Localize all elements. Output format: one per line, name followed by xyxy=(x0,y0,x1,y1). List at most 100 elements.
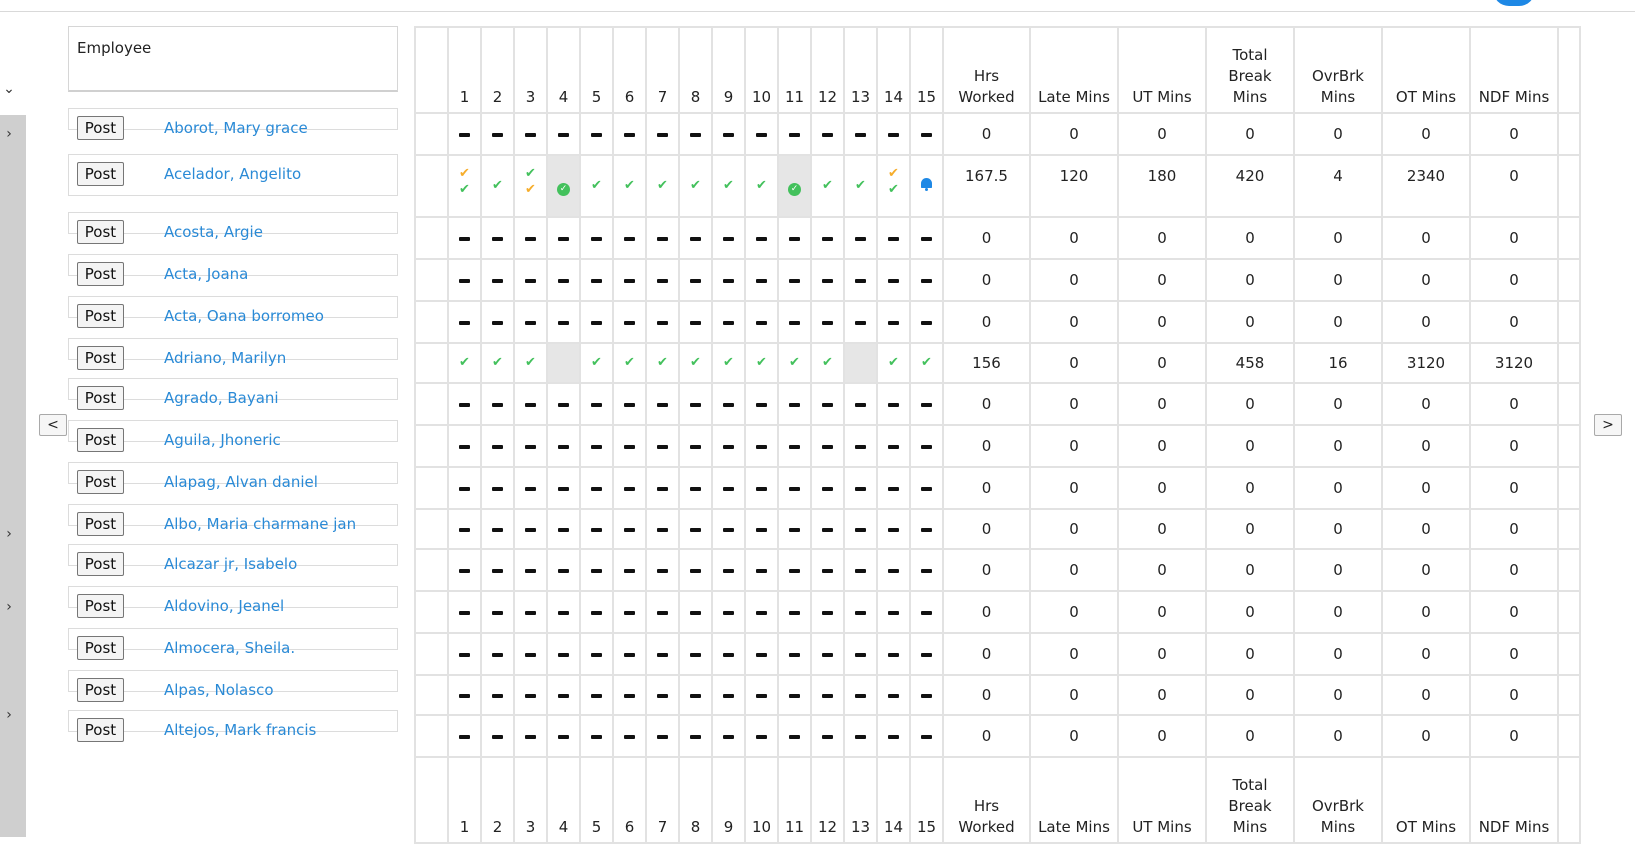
day-cell[interactable] xyxy=(612,216,647,260)
day-cell[interactable] xyxy=(876,508,911,550)
user-avatar-icon[interactable] xyxy=(1493,0,1535,6)
day-cell[interactable] xyxy=(480,548,515,592)
day-cell[interactable]: ✔ xyxy=(810,342,845,384)
day-cell[interactable]: ✔ xyxy=(810,154,845,218)
day-cell[interactable] xyxy=(579,714,614,758)
day-cell[interactable] xyxy=(447,382,482,426)
employee-name-link[interactable]: Aldovino, Jeanel xyxy=(164,597,284,615)
employee-name-link[interactable]: Acosta, Argie xyxy=(164,223,263,241)
day-cell[interactable] xyxy=(744,112,779,156)
day-cell[interactable] xyxy=(843,258,878,302)
post-button[interactable]: Post xyxy=(77,304,124,328)
day-cell[interactable] xyxy=(480,382,515,426)
day-cell[interactable] xyxy=(843,590,878,634)
day-cell[interactable] xyxy=(777,382,812,426)
day-cell[interactable] xyxy=(513,258,548,302)
day-cell[interactable]: ✔ xyxy=(447,342,482,384)
day-cell[interactable] xyxy=(546,548,581,592)
day-cell[interactable] xyxy=(447,300,482,344)
day-cell[interactable]: ✔ xyxy=(645,342,680,384)
day-cell[interactable] xyxy=(447,590,482,634)
day-cell[interactable] xyxy=(579,258,614,302)
day-cell[interactable] xyxy=(546,342,581,384)
employee-name-link[interactable]: Acta, Oana borromeo xyxy=(164,307,324,325)
day-cell[interactable] xyxy=(579,632,614,676)
day-cell[interactable] xyxy=(513,466,548,510)
day-cell[interactable] xyxy=(777,112,812,156)
day-cell[interactable] xyxy=(612,466,647,510)
day-cell[interactable] xyxy=(876,424,911,468)
day-cell[interactable] xyxy=(744,590,779,634)
day-cell[interactable] xyxy=(480,508,515,550)
day-cell[interactable]: ✔ xyxy=(711,154,746,218)
post-button[interactable]: Post xyxy=(77,386,124,410)
day-cell[interactable] xyxy=(843,342,878,384)
day-cell[interactable] xyxy=(909,632,944,676)
day-cell[interactable] xyxy=(513,714,548,758)
day-cell[interactable] xyxy=(744,466,779,510)
day-cell[interactable]: ✔ xyxy=(513,342,548,384)
day-cell[interactable] xyxy=(447,424,482,468)
day-cell[interactable] xyxy=(711,216,746,260)
day-cell[interactable] xyxy=(810,216,845,260)
day-cell[interactable] xyxy=(546,466,581,510)
day-cell[interactable] xyxy=(678,300,713,344)
day-cell[interactable] xyxy=(711,466,746,510)
chevron-right-icon[interactable]: › xyxy=(0,125,18,143)
day-cell[interactable] xyxy=(876,590,911,634)
day-cell[interactable] xyxy=(810,112,845,156)
day-cell[interactable] xyxy=(909,112,944,156)
day-cell[interactable] xyxy=(447,508,482,550)
day-cell[interactable] xyxy=(612,258,647,302)
day-cell[interactable] xyxy=(876,548,911,592)
day-cell[interactable] xyxy=(843,714,878,758)
day-cell[interactable] xyxy=(579,674,614,716)
day-cell[interactable] xyxy=(513,300,548,344)
day-cell[interactable] xyxy=(777,674,812,716)
post-button[interactable]: Post xyxy=(77,552,124,576)
day-cell[interactable] xyxy=(546,674,581,716)
employee-name-link[interactable]: Almocera, Sheila. xyxy=(164,639,295,657)
day-cell[interactable] xyxy=(711,508,746,550)
day-cell[interactable] xyxy=(645,548,680,592)
day-cell[interactable] xyxy=(711,382,746,426)
day-cell[interactable] xyxy=(546,300,581,344)
day-cell[interactable] xyxy=(579,590,614,634)
day-cell[interactable] xyxy=(480,216,515,260)
day-cell[interactable] xyxy=(810,508,845,550)
day-cell[interactable] xyxy=(645,382,680,426)
employee-name-link[interactable]: Altejos, Mark francis xyxy=(164,721,316,739)
day-cell[interactable] xyxy=(777,216,812,260)
day-cell[interactable] xyxy=(678,382,713,426)
day-cell[interactable]: ✔ xyxy=(678,342,713,384)
day-cell[interactable] xyxy=(777,632,812,676)
day-cell[interactable] xyxy=(546,382,581,426)
day-cell[interactable]: ✔ xyxy=(678,154,713,218)
day-cell[interactable]: ✔ xyxy=(744,154,779,218)
day-cell[interactable]: ✔ xyxy=(480,154,515,218)
employee-name-link[interactable]: Agrado, Bayani xyxy=(164,389,279,407)
day-cell[interactable] xyxy=(810,424,845,468)
day-cell[interactable] xyxy=(744,714,779,758)
day-cell[interactable] xyxy=(645,590,680,634)
day-cell[interactable] xyxy=(909,424,944,468)
day-cell[interactable]: ✔ ✔ xyxy=(447,154,482,218)
employee-name-link[interactable]: Acelador, Angelito xyxy=(164,165,301,183)
day-cell[interactable] xyxy=(579,300,614,344)
day-cell[interactable] xyxy=(480,112,515,156)
day-cell[interactable] xyxy=(711,258,746,302)
day-cell[interactable] xyxy=(909,216,944,260)
day-cell[interactable] xyxy=(876,258,911,302)
day-cell[interactable] xyxy=(480,466,515,510)
day-cell[interactable] xyxy=(777,424,812,468)
day-cell[interactable] xyxy=(546,216,581,260)
day-cell[interactable] xyxy=(546,590,581,634)
day-cell[interactable] xyxy=(810,548,845,592)
day-cell[interactable] xyxy=(447,548,482,592)
day-cell[interactable] xyxy=(579,508,614,550)
day-cell[interactable] xyxy=(711,590,746,634)
day-cell[interactable] xyxy=(810,300,845,344)
day-cell[interactable] xyxy=(843,548,878,592)
day-cell[interactable] xyxy=(843,674,878,716)
day-cell[interactable] xyxy=(678,632,713,676)
